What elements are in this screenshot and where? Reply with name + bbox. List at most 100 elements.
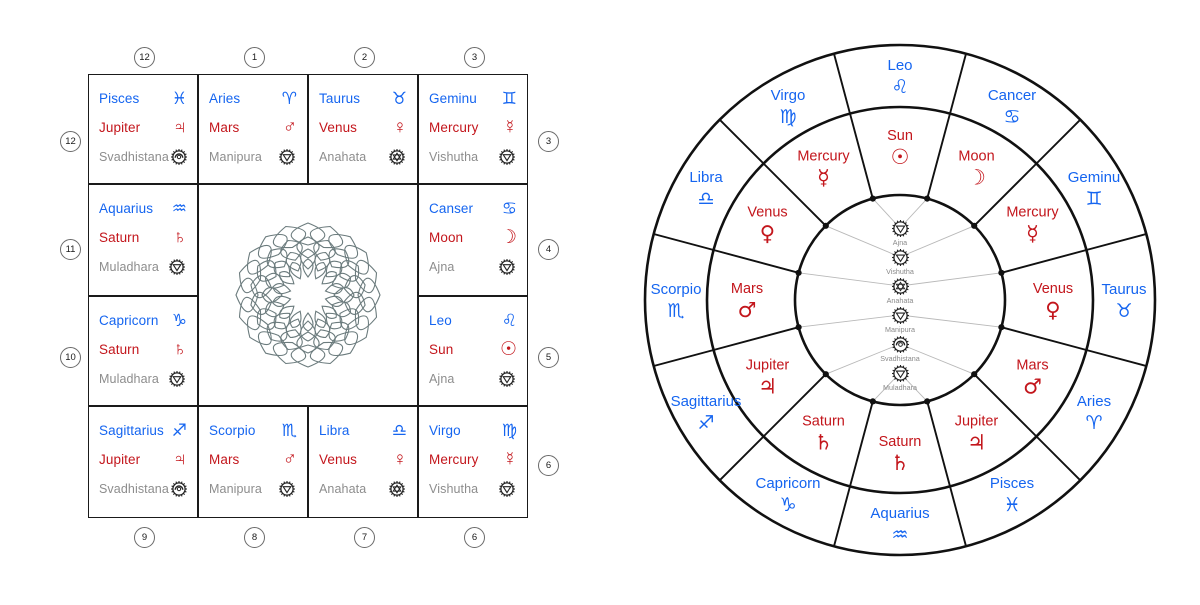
chakra-name: Vishutha [429, 149, 479, 164]
zodiac-sector-taurus[interactable]: Taurus ♉ [1101, 281, 1146, 322]
planet-sector-mercury-10[interactable]: Mercury ☿ [797, 149, 850, 190]
zodiac-sector-leo[interactable]: Leo ♌ [887, 57, 912, 98]
planet-name: Jupiter [955, 414, 999, 430]
house-marker-bottom-6: 6 [464, 527, 485, 548]
planet-glyph-icon: ♃ [172, 117, 187, 138]
planet-sector-saturn-6[interactable]: Saturn ♄ [802, 414, 845, 455]
zodiac-sector-geminu[interactable]: Geminu ♊ [1068, 169, 1121, 210]
sign-glyph-icon: ♈ [281, 89, 297, 108]
planet-name: Venus [319, 452, 358, 467]
house-marker-left-12: 12 [60, 131, 81, 152]
planet-glyph-icon: ☽ [967, 166, 986, 190]
zodiac-glyph-icon: ♋ [1003, 106, 1020, 128]
house-cell-scorpio[interactable]: Scorpio ♏ Mars ♂ Manipura [198, 406, 308, 518]
center-chakra-ajna[interactable]: Ajna [892, 220, 909, 247]
zodiac-name: Capricorn [755, 475, 820, 492]
cell-chakra-row: Ajna [429, 252, 517, 281]
house-cell-pisces[interactable]: Pisces ♓ Jupiter ♃ Svadhistana [88, 74, 198, 184]
cell-sign-row: Aries ♈ [209, 84, 297, 113]
planet-glyph-icon: ♂ [282, 449, 297, 470]
svadhistana-chakra-icon [892, 336, 909, 353]
chakra-label: Svadhistana [880, 354, 920, 363]
center-chakra-muladhara[interactable]: Muladhara [883, 365, 917, 392]
center-chakra-manipura[interactable]: Manipura [885, 307, 915, 334]
planet-name: Saturn [99, 230, 140, 245]
planet-sector-mars-8[interactable]: Mars ♂ [731, 281, 763, 322]
zodiac-name: Virgo [771, 87, 806, 104]
cell-sign-row: Leo ♌ [429, 306, 517, 335]
center-chakra-anahata[interactable]: Anahata [887, 278, 914, 305]
zodiac-name: Cancer [988, 87, 1036, 104]
planet-name: Mars [209, 452, 240, 467]
cell-chakra-row: Manipura [209, 474, 297, 503]
sign-glyph-icon: ♑ [171, 311, 187, 330]
zodiac-glyph-icon: ♍ [779, 106, 796, 128]
planet-sector-venus-9[interactable]: Venus ♀ [747, 205, 787, 246]
house-cell-leo[interactable]: Leo ♌ Sun ☉ Ajna [418, 296, 528, 406]
zodiac-sector-cancer[interactable]: Cancer ♋ [988, 87, 1036, 128]
chakra-name: Muladhara [99, 371, 159, 386]
planet-name: Mars [209, 120, 240, 135]
zodiac-glyph-icon: ♎ [697, 188, 714, 210]
cell-planet-row: Mercury ☿ [429, 445, 517, 474]
zodiac-name: Libra [689, 169, 723, 186]
house-cell-virgo[interactable]: Virgo ♍ Mercury ☿ Vishutha [418, 406, 528, 518]
zodiac-sector-pisces[interactable]: Pisces ♓ [990, 475, 1034, 516]
zodiac-sector-sagittarius[interactable]: Sagittarius ♐ [671, 393, 742, 434]
chakra-name: Manipura [209, 481, 262, 496]
house-cell-sagittarius[interactable]: Sagittarius ♐ Jupiter ♃ Svadhistana [88, 406, 198, 518]
ajna-chakra-icon [497, 369, 517, 389]
house-cell-geminu[interactable]: Geminu ♊ Mercury ☿ Vishutha [418, 74, 528, 184]
muladhara-chakra-icon [167, 257, 187, 277]
cell-sign-row: Canser ♋ [429, 194, 517, 223]
zodiac-sector-aries[interactable]: Aries ♈ [1077, 393, 1111, 434]
cell-sign-row: Aquarius ♒ [99, 194, 187, 223]
zodiac-sector-libra[interactable]: Libra ♎ [689, 169, 723, 210]
house-cell-aries[interactable]: Aries ♈ Mars ♂ Manipura [198, 74, 308, 184]
zodiac-glyph-icon: ♏ [667, 300, 684, 322]
vishutha-chakra-icon [497, 479, 517, 499]
planet-name: Jupiter [99, 120, 141, 135]
zodiac-name: Sagittarius [671, 393, 742, 410]
house-cell-canser[interactable]: Canser ♋ Moon ☽ Ajna [418, 184, 528, 296]
planet-name: Mars [731, 281, 763, 297]
chakra-label: Vishutha [886, 267, 914, 276]
chakra-name: Anahata [319, 481, 367, 496]
zodiac-sector-virgo[interactable]: Virgo ♍ [771, 87, 806, 128]
zodiac-glyph-icon: ♓ [1003, 494, 1020, 516]
sign-name: Aries [209, 91, 241, 106]
planet-glyph-icon: ☉ [891, 145, 910, 169]
cell-sign-row: Libra ♎ [319, 416, 407, 445]
chakra-label: Ajna [893, 238, 907, 247]
zodiac-name: Scorpio [651, 281, 702, 298]
zodiac-sector-scorpio[interactable]: Scorpio ♏ [651, 281, 702, 322]
planet-sector-jupiter-7[interactable]: Jupiter ♃ [746, 358, 790, 399]
cell-chakra-row: Svadhistana [99, 474, 187, 503]
sign-glyph-icon: ♍ [501, 421, 517, 440]
anahata-chakra-icon [387, 479, 407, 499]
muladhara-chakra-icon [167, 369, 187, 389]
zodiac-glyph-icon: ♒ [891, 524, 908, 546]
planet-sector-mercury-1[interactable]: Mercury ☿ [1006, 205, 1059, 246]
cell-chakra-row: Muladhara [99, 364, 187, 393]
house-marker-top-2: 2 [354, 47, 375, 68]
planet-name: Sun [429, 342, 454, 357]
planet-sector-saturn-5[interactable]: Saturn ♄ [879, 434, 922, 475]
planet-glyph-icon: ☿ [502, 449, 517, 470]
planet-sector-jupiter-4[interactable]: Jupiter ♃ [955, 414, 999, 455]
house-cell-taurus[interactable]: Taurus ♉ Venus ♀ Anahata [308, 74, 418, 184]
zodiac-sector-capricorn[interactable]: Capricorn ♑ [755, 475, 820, 516]
house-cell-libra[interactable]: Libra ♎ Venus ♀ Anahata [308, 406, 418, 518]
planet-sector-sun-11[interactable]: Sun ☉ [887, 128, 913, 169]
house-cell-aquarius[interactable]: Aquarius ♒ Saturn ♄ Muladhara [88, 184, 198, 296]
planet-sector-venus-2[interactable]: Venus ♀ [1033, 281, 1073, 322]
chakra-label: Muladhara [883, 383, 917, 392]
planet-sector-moon-0[interactable]: Moon ☽ [958, 149, 994, 190]
planet-sector-mars-3[interactable]: Mars ♂ [1016, 358, 1048, 399]
zodiac-sector-aquarius[interactable]: Aquarius ♒ [870, 505, 929, 546]
house-cell-capricorn[interactable]: Capricorn ♑ Saturn ♄ Muladhara [88, 296, 198, 406]
zodiac-name: Aries [1077, 393, 1111, 410]
ajna-chakra-icon [497, 257, 517, 277]
planet-glyph-icon: ♀ [392, 117, 407, 138]
cell-planet-row: Mercury ☿ [429, 113, 517, 142]
